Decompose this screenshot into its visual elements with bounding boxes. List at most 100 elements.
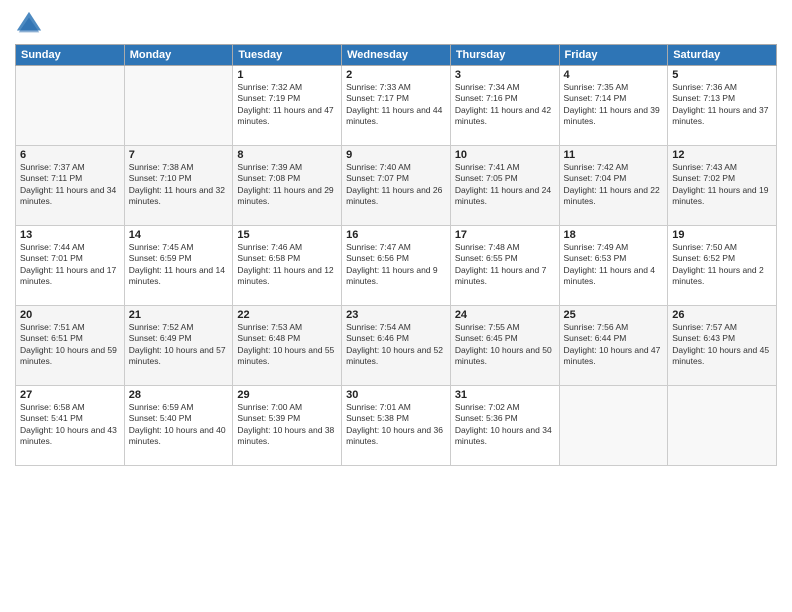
day-info: Sunrise: 7:34 AMSunset: 7:16 PMDaylight:… — [455, 82, 555, 128]
day-number: 26 — [672, 309, 772, 321]
page: SundayMondayTuesdayWednesdayThursdayFrid… — [0, 0, 792, 612]
day-info: Sunrise: 7:52 AMSunset: 6:49 PMDaylight:… — [129, 322, 229, 368]
day-info: Sunrise: 7:53 AMSunset: 6:48 PMDaylight:… — [237, 322, 337, 368]
day-number: 5 — [672, 69, 772, 81]
calendar-cell: 9Sunrise: 7:40 AMSunset: 7:07 PMDaylight… — [342, 146, 451, 226]
day-info: Sunrise: 7:00 AMSunset: 5:39 PMDaylight:… — [237, 402, 337, 448]
day-number: 24 — [455, 309, 555, 321]
day-info: Sunrise: 7:32 AMSunset: 7:19 PMDaylight:… — [237, 82, 337, 128]
calendar-week-row: 20Sunrise: 7:51 AMSunset: 6:51 PMDayligh… — [16, 306, 777, 386]
calendar-cell: 17Sunrise: 7:48 AMSunset: 6:55 PMDayligh… — [450, 226, 559, 306]
day-info: Sunrise: 7:56 AMSunset: 6:44 PMDaylight:… — [564, 322, 664, 368]
calendar-cell: 2Sunrise: 7:33 AMSunset: 7:17 PMDaylight… — [342, 66, 451, 146]
day-info: Sunrise: 7:42 AMSunset: 7:04 PMDaylight:… — [564, 162, 664, 208]
day-number: 22 — [237, 309, 337, 321]
logo — [15, 10, 47, 38]
column-header-wednesday: Wednesday — [342, 45, 451, 66]
calendar-cell: 25Sunrise: 7:56 AMSunset: 6:44 PMDayligh… — [559, 306, 668, 386]
day-number: 23 — [346, 309, 446, 321]
day-info: Sunrise: 7:41 AMSunset: 7:05 PMDaylight:… — [455, 162, 555, 208]
day-number: 17 — [455, 229, 555, 241]
logo-icon — [15, 10, 43, 38]
calendar-week-row: 13Sunrise: 7:44 AMSunset: 7:01 PMDayligh… — [16, 226, 777, 306]
day-info: Sunrise: 7:01 AMSunset: 5:38 PMDaylight:… — [346, 402, 446, 448]
day-number: 30 — [346, 389, 446, 401]
calendar-cell: 22Sunrise: 7:53 AMSunset: 6:48 PMDayligh… — [233, 306, 342, 386]
day-number: 27 — [20, 389, 120, 401]
calendar-cell: 11Sunrise: 7:42 AMSunset: 7:04 PMDayligh… — [559, 146, 668, 226]
day-number: 6 — [20, 149, 120, 161]
calendar-cell: 23Sunrise: 7:54 AMSunset: 6:46 PMDayligh… — [342, 306, 451, 386]
day-number: 4 — [564, 69, 664, 81]
calendar-cell: 19Sunrise: 7:50 AMSunset: 6:52 PMDayligh… — [668, 226, 777, 306]
day-number: 10 — [455, 149, 555, 161]
column-header-tuesday: Tuesday — [233, 45, 342, 66]
day-info: Sunrise: 7:43 AMSunset: 7:02 PMDaylight:… — [672, 162, 772, 208]
calendar-cell: 21Sunrise: 7:52 AMSunset: 6:49 PMDayligh… — [124, 306, 233, 386]
calendar-cell: 5Sunrise: 7:36 AMSunset: 7:13 PMDaylight… — [668, 66, 777, 146]
column-header-friday: Friday — [559, 45, 668, 66]
calendar-cell: 4Sunrise: 7:35 AMSunset: 7:14 PMDaylight… — [559, 66, 668, 146]
calendar-cell: 30Sunrise: 7:01 AMSunset: 5:38 PMDayligh… — [342, 386, 451, 466]
day-number: 16 — [346, 229, 446, 241]
calendar-cell: 1Sunrise: 7:32 AMSunset: 7:19 PMDaylight… — [233, 66, 342, 146]
calendar-cell: 27Sunrise: 6:58 AMSunset: 5:41 PMDayligh… — [16, 386, 125, 466]
day-number: 7 — [129, 149, 229, 161]
calendar-cell: 6Sunrise: 7:37 AMSunset: 7:11 PMDaylight… — [16, 146, 125, 226]
calendar-cell: 3Sunrise: 7:34 AMSunset: 7:16 PMDaylight… — [450, 66, 559, 146]
calendar-header-row: SundayMondayTuesdayWednesdayThursdayFrid… — [16, 45, 777, 66]
day-info: Sunrise: 7:39 AMSunset: 7:08 PMDaylight:… — [237, 162, 337, 208]
calendar-cell: 24Sunrise: 7:55 AMSunset: 6:45 PMDayligh… — [450, 306, 559, 386]
day-info: Sunrise: 7:40 AMSunset: 7:07 PMDaylight:… — [346, 162, 446, 208]
day-info: Sunrise: 7:36 AMSunset: 7:13 PMDaylight:… — [672, 82, 772, 128]
calendar-cell: 31Sunrise: 7:02 AMSunset: 5:36 PMDayligh… — [450, 386, 559, 466]
day-number: 31 — [455, 389, 555, 401]
column-header-saturday: Saturday — [668, 45, 777, 66]
day-info: Sunrise: 7:44 AMSunset: 7:01 PMDaylight:… — [20, 242, 120, 288]
day-info: Sunrise: 7:57 AMSunset: 6:43 PMDaylight:… — [672, 322, 772, 368]
day-info: Sunrise: 7:47 AMSunset: 6:56 PMDaylight:… — [346, 242, 446, 288]
day-info: Sunrise: 7:45 AMSunset: 6:59 PMDaylight:… — [129, 242, 229, 288]
calendar-cell: 8Sunrise: 7:39 AMSunset: 7:08 PMDaylight… — [233, 146, 342, 226]
calendar-cell — [668, 386, 777, 466]
day-info: Sunrise: 7:38 AMSunset: 7:10 PMDaylight:… — [129, 162, 229, 208]
day-info: Sunrise: 7:02 AMSunset: 5:36 PMDaylight:… — [455, 402, 555, 448]
day-info: Sunrise: 7:37 AMSunset: 7:11 PMDaylight:… — [20, 162, 120, 208]
calendar-cell: 16Sunrise: 7:47 AMSunset: 6:56 PMDayligh… — [342, 226, 451, 306]
day-number: 21 — [129, 309, 229, 321]
day-info: Sunrise: 7:48 AMSunset: 6:55 PMDaylight:… — [455, 242, 555, 288]
day-number: 15 — [237, 229, 337, 241]
header — [15, 10, 777, 38]
column-header-sunday: Sunday — [16, 45, 125, 66]
calendar-week-row: 1Sunrise: 7:32 AMSunset: 7:19 PMDaylight… — [16, 66, 777, 146]
day-info: Sunrise: 7:55 AMSunset: 6:45 PMDaylight:… — [455, 322, 555, 368]
day-number: 18 — [564, 229, 664, 241]
day-number: 8 — [237, 149, 337, 161]
day-number: 20 — [20, 309, 120, 321]
calendar-cell — [559, 386, 668, 466]
day-info: Sunrise: 7:50 AMSunset: 6:52 PMDaylight:… — [672, 242, 772, 288]
calendar-cell: 10Sunrise: 7:41 AMSunset: 7:05 PMDayligh… — [450, 146, 559, 226]
calendar-cell: 20Sunrise: 7:51 AMSunset: 6:51 PMDayligh… — [16, 306, 125, 386]
calendar-week-row: 27Sunrise: 6:58 AMSunset: 5:41 PMDayligh… — [16, 386, 777, 466]
calendar-cell: 12Sunrise: 7:43 AMSunset: 7:02 PMDayligh… — [668, 146, 777, 226]
calendar-cell — [124, 66, 233, 146]
day-info: Sunrise: 7:35 AMSunset: 7:14 PMDaylight:… — [564, 82, 664, 128]
day-number: 11 — [564, 149, 664, 161]
day-number: 25 — [564, 309, 664, 321]
calendar-cell: 18Sunrise: 7:49 AMSunset: 6:53 PMDayligh… — [559, 226, 668, 306]
day-number: 1 — [237, 69, 337, 81]
day-number: 29 — [237, 389, 337, 401]
calendar-cell: 15Sunrise: 7:46 AMSunset: 6:58 PMDayligh… — [233, 226, 342, 306]
day-number: 19 — [672, 229, 772, 241]
calendar-cell — [16, 66, 125, 146]
day-number: 3 — [455, 69, 555, 81]
day-info: Sunrise: 7:54 AMSunset: 6:46 PMDaylight:… — [346, 322, 446, 368]
calendar-cell: 28Sunrise: 6:59 AMSunset: 5:40 PMDayligh… — [124, 386, 233, 466]
day-number: 2 — [346, 69, 446, 81]
day-info: Sunrise: 7:51 AMSunset: 6:51 PMDaylight:… — [20, 322, 120, 368]
day-info: Sunrise: 6:59 AMSunset: 5:40 PMDaylight:… — [129, 402, 229, 448]
calendar-table: SundayMondayTuesdayWednesdayThursdayFrid… — [15, 44, 777, 466]
calendar-cell: 26Sunrise: 7:57 AMSunset: 6:43 PMDayligh… — [668, 306, 777, 386]
calendar-cell: 13Sunrise: 7:44 AMSunset: 7:01 PMDayligh… — [16, 226, 125, 306]
